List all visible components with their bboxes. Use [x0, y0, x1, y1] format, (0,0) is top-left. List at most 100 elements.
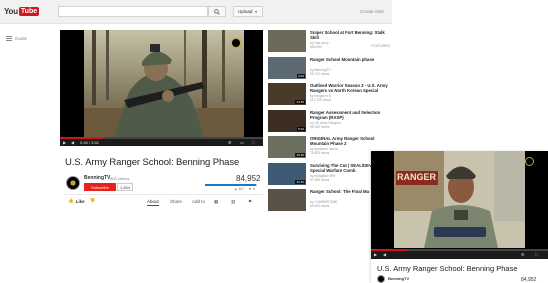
inset-volume-icon[interactable]: ◀	[383, 252, 386, 257]
masthead: You Tube Upload ▼ Create Alert	[0, 0, 392, 24]
subscribe-label: Subscribe	[91, 184, 109, 190]
dislike-icon[interactable]: 👎	[90, 198, 96, 204]
instructor-scene	[394, 151, 525, 248]
like-button[interactable]: 👍 Like 👎	[68, 198, 95, 204]
video-title: U.S. Army Ranger School: Benning Phase	[65, 157, 240, 168]
related-thumbnail[interactable]: 3:02	[268, 56, 306, 79]
search-input[interactable]	[58, 6, 208, 17]
guide-label: Guide	[15, 36, 28, 41]
guide-menu-icon	[6, 36, 12, 41]
related-thumbnail[interactable]: 5:20	[268, 109, 306, 132]
inset-video-title: U.S. Army Ranger School: Benning Phase	[377, 264, 518, 273]
theater-icon[interactable]: ▭	[240, 140, 244, 145]
player-controls: ▶ ◀ 0:48 / 3:52 ⚙ ▭ ⛶	[60, 137, 263, 146]
related-views: 97,905 views	[310, 177, 330, 182]
inset-channel-watermark	[525, 157, 534, 166]
like-dislike-counts: ▲ 467 ▼ 6	[234, 187, 255, 191]
flag-icon[interactable]: ⚑	[248, 199, 252, 205]
tab-add-to[interactable]: Add to	[192, 199, 205, 204]
video-duration: 42:40	[295, 179, 305, 184]
search-icon	[214, 8, 220, 15]
related-title[interactable]: ORIGINAL Army Ranger School Mountain Pha…	[310, 136, 392, 146]
logo-tube: Tube	[18, 6, 40, 16]
inset-video-player[interactable]: RANGER ▶ ◀ ⚙ ⛶	[371, 151, 548, 259]
video-duration: 3:02	[297, 73, 305, 78]
thumbs-up-small-icon: ▲	[234, 187, 238, 191]
account-link[interactable]: Create Alert	[360, 9, 384, 14]
inset-fullscreen-icon[interactable]: ⛶	[535, 252, 538, 257]
related-views: 95,940 views	[310, 124, 330, 129]
channel-logo	[67, 177, 79, 189]
fullscreen-icon[interactable]: ⛶	[252, 140, 255, 145]
play-icon[interactable]: ▶	[63, 140, 66, 145]
inset-settings-gear-icon[interactable]: ⚙	[521, 252, 525, 257]
chevron-down-icon: ▼	[254, 9, 258, 14]
like-ratio-bar	[205, 184, 257, 186]
divider	[64, 194, 264, 195]
zoomed-player-inset: RANGER ▶ ◀ ⚙ ⛶ U.S. Army Ranger School: …	[371, 151, 548, 283]
ranger-sign-text: RANGER	[397, 172, 437, 182]
tab-share[interactable]: Share	[170, 199, 182, 204]
channel-watermark	[231, 38, 241, 48]
related-views: 95,747 views	[310, 71, 330, 76]
inset-progress-fill	[371, 249, 409, 251]
related-title[interactable]: Ranger School Mountain phase	[310, 57, 392, 62]
inset-player-controls: ▶ ◀ ⚙ ⛶	[371, 249, 548, 259]
related-views: 800,000	[310, 45, 322, 49]
subscriber-count: 1,854	[117, 183, 133, 191]
dislike-count: 6	[252, 187, 255, 191]
more-icon[interactable]: ▦	[214, 199, 218, 205]
related-views: 75,905 views	[310, 151, 330, 155]
related-video-item[interactable]: 3:02 Ranger School Mountain phase by Benni…	[268, 56, 392, 81]
volume-icon[interactable]: ◀	[71, 140, 74, 145]
upload-button[interactable]: Upload ▼	[233, 6, 263, 17]
related-video-item[interactable]: Sniper School at Fort Benning: Stalk Ski…	[268, 30, 392, 54]
upload-label: Upload	[238, 9, 253, 14]
video-frame-instructor: RANGER	[394, 151, 525, 248]
video-duration: 10:30	[295, 153, 305, 157]
view-count: 84,952	[236, 174, 261, 183]
related-title[interactable]: Sniper School at Fort Benning: Stalk Ski…	[310, 30, 392, 40]
like-ratio-fill	[205, 184, 256, 186]
featured-badge: FEATURED	[371, 44, 390, 48]
thumbs-up-icon: 👍	[68, 198, 74, 203]
youtube-logo[interactable]: You Tube	[4, 5, 40, 17]
tab-about[interactable]: About	[147, 199, 159, 206]
subscribe-button[interactable]: Subscribe	[84, 183, 116, 191]
related-thumbnail[interactable]	[268, 30, 306, 52]
like-label: Like	[75, 198, 85, 204]
inset-channel-avatar[interactable]	[377, 275, 385, 283]
related-thumbnail[interactable]	[268, 189, 306, 211]
inset-view-count: 84,952	[521, 277, 537, 283]
guide-button[interactable]: Guide	[6, 36, 27, 41]
logo-you: You	[4, 6, 18, 16]
related-thumbnail[interactable]: 44:35	[268, 83, 306, 105]
channel-video-count: 863 videos	[110, 175, 130, 181]
video-frame-soldier	[84, 30, 244, 137]
related-thumbnail[interactable]: 42:40	[268, 162, 306, 185]
progress-fill	[60, 137, 103, 139]
video-duration: 5:20	[297, 126, 305, 131]
related-title[interactable]: Ranger Assessment and Selection Program …	[310, 110, 392, 120]
search-button[interactable]	[208, 6, 226, 17]
youtube-watch-page: You Tube Upload ▼ Create Alert Guide ▶ ◀…	[0, 0, 392, 212]
time-display: 0:48 / 3:52	[80, 140, 99, 145]
channel-name[interactable]: BenningTV	[84, 175, 110, 181]
stats-icon[interactable]: ▥	[231, 199, 235, 205]
related-views: 59,910 views	[310, 204, 330, 208]
related-video-item[interactable]: 44:35 Outlived Warrior Season 3 - U.S. Ar…	[268, 83, 392, 107]
thumbs-down-small-icon: ▼	[248, 187, 252, 191]
like-count: 467	[238, 187, 245, 191]
inset-channel-name[interactable]: BenningTV	[388, 276, 409, 281]
video-duration: 44:35	[295, 100, 305, 104]
related-title[interactable]: Outlived Warrior Season 3 - U.S. Army Ra…	[310, 83, 392, 93]
inset-progress-bar[interactable]	[371, 249, 548, 251]
settings-gear-icon[interactable]: ⚙	[228, 140, 232, 145]
related-views: 212,709 views	[310, 98, 332, 102]
progress-bar[interactable]	[60, 137, 263, 139]
related-video-item[interactable]: 5:20 Ranger Assessment and Selection Prog…	[268, 109, 392, 134]
channel-avatar[interactable]	[66, 176, 80, 190]
related-thumbnail[interactable]: 10:30	[268, 136, 306, 158]
inset-play-icon[interactable]: ▶	[374, 252, 377, 257]
video-player[interactable]: ▶ ◀ 0:48 / 3:52 ⚙ ▭ ⛶	[60, 30, 263, 146]
